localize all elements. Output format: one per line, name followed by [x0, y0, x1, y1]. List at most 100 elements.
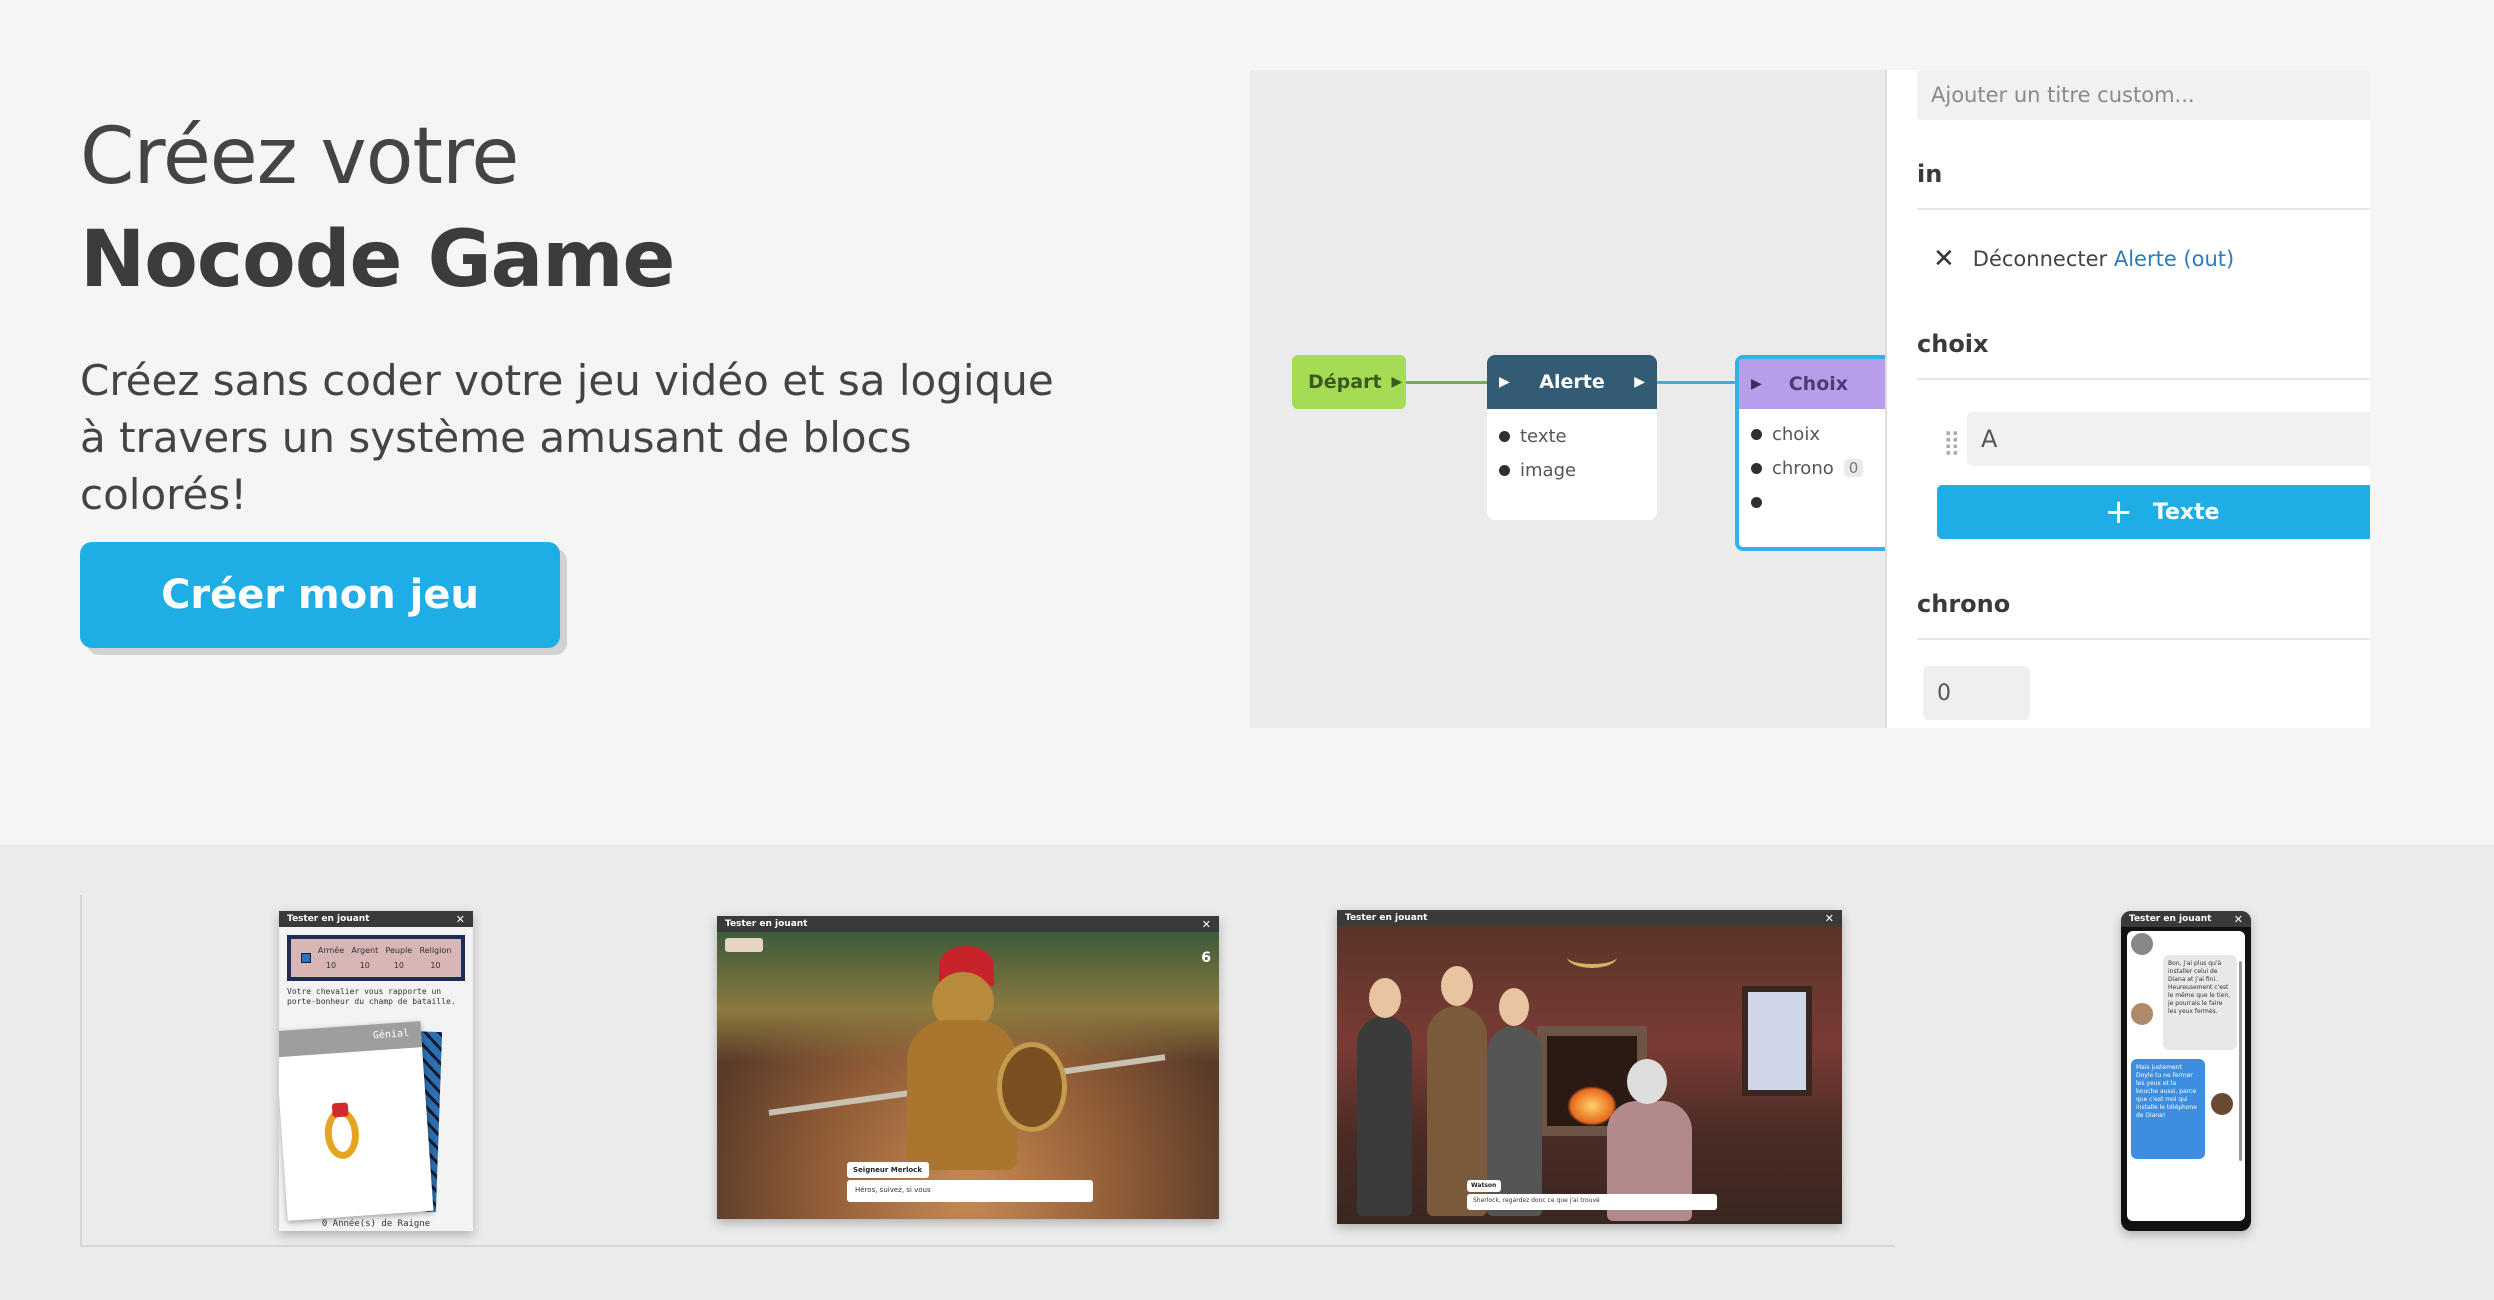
hero-subtitle: Créez sans coder votre jeu vidéo et sa l…	[80, 356, 1054, 519]
score-count: 6	[1201, 950, 1211, 966]
character-1-head	[1369, 978, 1401, 1018]
stat-peuple: Peuple 10	[385, 946, 413, 970]
divider	[1917, 378, 2370, 380]
port-choix[interactable]: choix	[1739, 417, 1901, 451]
showcase-section: Tester en jouant ✕ Armée 10 Argent 10 Peupl…	[0, 845, 2494, 1300]
node-depart[interactable]: Départ ▶	[1292, 355, 1406, 409]
reign-game-screenshot[interactable]: Tester en jouant ✕ Armée 10 Argent 10 Peupl…	[279, 911, 473, 1231]
node-alerte-header: ▶ Alerte ▶	[1487, 355, 1657, 409]
sherlock-game-screenshot[interactable]: Tester en jouant ✕ Watson Sherlock, regar…	[1337, 910, 1842, 1224]
plus-icon: +	[2104, 492, 2133, 532]
add-text-button[interactable]: + Texte	[1937, 485, 2370, 539]
shot-titlebar: Tester en jouant ✕	[2121, 911, 2251, 927]
port-dot-icon	[1751, 462, 1762, 474]
node-canvas[interactable]: Départ ▶ ▶ Alerte ▶ texte image ▶ Choix	[1250, 70, 1905, 728]
stats-bar: Armée 10 Argent 10 Peuple 10 Religion 10	[287, 935, 465, 981]
port-texte[interactable]: texte	[1487, 419, 1657, 453]
character-2-head	[1441, 966, 1473, 1006]
dialog-box[interactable]: Sherlock, regardez donc ce que j'ai trou…	[1467, 1194, 1717, 1210]
knight-scene	[717, 932, 1219, 1219]
phone-screen: Bon, j'ai plus qu'à installer celui de D…	[2127, 931, 2245, 1221]
play-arrow-icon: ▶	[1391, 374, 1403, 390]
avatar	[2209, 1091, 2235, 1117]
scrollbar[interactable]	[2239, 961, 2242, 1161]
dialog-speaker: Watson	[1467, 1180, 1501, 1192]
disconnect-button[interactable]: ✕ Déconnecter Alerte (out)	[1933, 244, 2234, 274]
disconnect-target: Alerte (out)	[2113, 247, 2235, 271]
character-3-head	[1499, 988, 1529, 1026]
node-depart-label: Départ	[1308, 371, 1382, 393]
divider	[1917, 638, 2370, 640]
shot-title: Tester en jouant	[287, 914, 370, 924]
hero-title-line1: Créez votre	[80, 112, 519, 202]
choice-text-input[interactable]	[1967, 412, 2370, 466]
add-text-label: Texte	[2152, 499, 2220, 525]
node-alerte[interactable]: ▶ Alerte ▶ texte image	[1487, 355, 1657, 520]
section-in-label: in	[1917, 160, 1943, 188]
hero-section: Créez votre Nocode Game Créez sans coder…	[0, 0, 2494, 845]
sherlock-scene	[1337, 926, 1842, 1224]
port-output[interactable]	[1739, 485, 1901, 519]
input-arrow-icon: ▶	[1751, 376, 1762, 392]
gem-icon	[331, 1102, 349, 1118]
port-texte-label: texte	[1520, 425, 1567, 447]
chrono-count-badge: 0	[1843, 459, 1864, 477]
hero-title-line2: Nocode Game	[80, 215, 675, 305]
port-dot-icon	[1499, 464, 1510, 476]
story-text: Votre chevalier vous rapporte un porte-b…	[287, 987, 456, 1006]
shot-titlebar: Tester en jouant ✕	[1337, 910, 1842, 926]
port-chrono[interactable]: chrono 0	[1739, 451, 1901, 485]
close-icon[interactable]: ✕	[2234, 913, 2243, 926]
section-chrono-label: chrono	[1917, 590, 2011, 618]
shot-titlebar: Tester en jouant ✕	[279, 911, 473, 927]
link-depart-alerte	[1406, 381, 1487, 384]
dialog-box[interactable]: Héros, suivez, si vous	[847, 1180, 1093, 1202]
port-chrono-label: chrono	[1772, 457, 1834, 479]
create-game-button[interactable]: Créer mon jeu	[80, 542, 560, 648]
input-arrow-icon: ▶	[1499, 374, 1510, 390]
close-icon[interactable]: ✕	[1202, 918, 1211, 931]
port-dot-icon	[1751, 428, 1762, 440]
shield-illustration	[997, 1042, 1067, 1132]
close-icon: ✕	[1933, 244, 1955, 274]
port-dot-icon	[1751, 496, 1762, 508]
stat-armee: Armée 10	[317, 946, 345, 970]
window	[1742, 986, 1812, 1096]
node-choix[interactable]: ▶ Choix choix chrono 0	[1735, 355, 1905, 551]
editor-preview: Départ ▶ ▶ Alerte ▶ texte image ▶ Choix	[1250, 70, 2370, 728]
section-choix-label: choix	[1917, 330, 1989, 358]
shot-title: Tester en jouant	[2129, 914, 2212, 924]
link-alerte-choix	[1657, 381, 1739, 384]
properties-panel: in ✕ Déconnecter Alerte (out) choix ⣿ + …	[1885, 70, 2370, 728]
shot-title: Tester en jouant	[725, 919, 808, 929]
node-choix-label: Choix	[1788, 373, 1849, 395]
stat-argent: Argent 10	[351, 946, 379, 970]
reign-years: 0 Année(s) de Raigne	[321, 1219, 431, 1229]
drag-handle-icon[interactable]: ⣿	[1943, 428, 1961, 456]
character-4-head	[1627, 1059, 1667, 1104]
shot-title: Tester en jouant	[1345, 913, 1428, 923]
inventory-icon	[725, 938, 763, 952]
port-dot-icon	[1499, 430, 1510, 442]
port-image[interactable]: image	[1487, 453, 1657, 487]
close-icon[interactable]: ✕	[456, 913, 465, 926]
divider	[1917, 208, 2370, 210]
stat-religion: Religion 10	[419, 946, 452, 970]
character-1	[1357, 1016, 1412, 1216]
decision-card[interactable]: Génial	[279, 1021, 434, 1221]
knight-game-screenshot[interactable]: Tester en jouant ✕ 6 Seigneur Merlock Hér…	[717, 916, 1219, 1219]
chandelier	[1567, 946, 1617, 968]
chrono-input[interactable]	[1923, 666, 2030, 720]
chat-game-screenshot[interactable]: Tester en jouant ✕ Bon, j'ai plus qu'à in…	[2121, 911, 2251, 1231]
message-incoming: Bon, j'ai plus qu'à installer celui de D…	[2163, 955, 2237, 1050]
port-choix-label: choix	[1772, 423, 1820, 445]
output-arrow-icon: ▶	[1634, 374, 1645, 390]
node-alerte-label: Alerte	[1539, 371, 1605, 393]
node-choix-header: ▶ Choix	[1739, 359, 1901, 409]
close-icon[interactable]: ✕	[1825, 912, 1834, 925]
dialog-speaker: Seigneur Merlock	[847, 1162, 929, 1178]
custom-title-input[interactable]	[1917, 70, 2370, 120]
disconnect-label: Déconnecter	[1972, 247, 2108, 271]
flag-icon	[300, 953, 311, 963]
card-label: Génial	[279, 1021, 423, 1058]
